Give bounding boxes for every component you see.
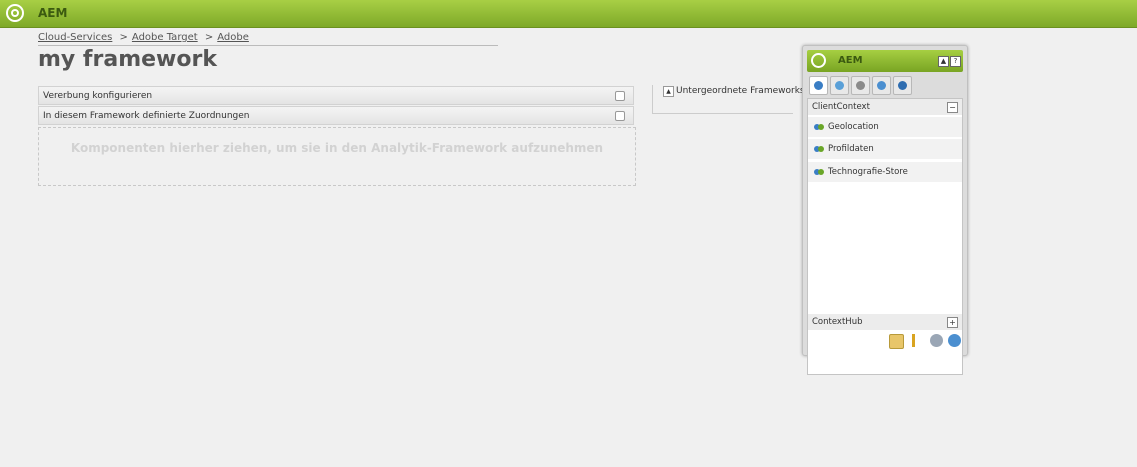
panel-toggle-checkbox[interactable] bbox=[615, 91, 625, 101]
drop-zone-hint: Komponenten hierher ziehen, um sie in de… bbox=[70, 141, 604, 155]
help-button[interactable]: ? bbox=[950, 56, 961, 67]
collapse-button[interactable]: ▲ bbox=[938, 56, 949, 67]
segment-tab-icon[interactable] bbox=[893, 76, 912, 95]
store-icon bbox=[814, 121, 825, 132]
subframeworks-label: Untergeordnete Frameworks bbox=[676, 86, 805, 96]
ruler-icon[interactable] bbox=[907, 334, 920, 347]
store-item-technografie[interactable]: Technografie-Store bbox=[808, 162, 962, 183]
clientcontext-header[interactable]: AEM ▲ ? bbox=[807, 50, 963, 72]
breadcrumb-cloud-services[interactable]: Cloud-Services bbox=[38, 32, 112, 43]
top-bar: AEM bbox=[0, 0, 1137, 28]
store-label: Profildaten bbox=[828, 144, 874, 154]
clientcontext-title: AEM bbox=[838, 55, 863, 66]
profile-tab-icon[interactable] bbox=[809, 76, 828, 95]
lock-tab-icon[interactable] bbox=[851, 76, 870, 95]
aem-logo-icon[interactable] bbox=[6, 4, 24, 22]
store-label: Technografie-Store bbox=[828, 167, 908, 177]
section-contexthub[interactable]: ContextHub + bbox=[808, 314, 962, 330]
aem-logo-icon bbox=[811, 53, 826, 68]
panel-vererbung[interactable]: Vererbung konfigurieren bbox=[38, 86, 634, 105]
section-clientcontext[interactable]: ClientContext − bbox=[808, 99, 962, 115]
collapse-section-button[interactable]: − bbox=[947, 102, 958, 113]
store-icon bbox=[814, 166, 825, 177]
store-item-profildaten[interactable]: Profildaten bbox=[808, 139, 962, 160]
component-drop-zone[interactable]: Komponenten hierher ziehen, um sie in de… bbox=[38, 127, 636, 186]
panel-label: In diesem Framework definierte Zuordnung… bbox=[43, 111, 250, 121]
panel-toggle-checkbox[interactable] bbox=[615, 111, 625, 121]
page-title: my framework bbox=[38, 47, 217, 72]
store-icon bbox=[814, 143, 825, 154]
breadcrumb-adobe-target[interactable]: Adobe Target bbox=[132, 32, 198, 43]
refresh-icon[interactable] bbox=[948, 334, 961, 347]
expand-section-button[interactable]: + bbox=[947, 317, 958, 328]
pencil-icon[interactable] bbox=[889, 334, 904, 349]
panel-zuordnungen[interactable]: In diesem Framework definierte Zuordnung… bbox=[38, 106, 634, 125]
clientcontext-window[interactable]: AEM ▲ ? ClientContext − Geolocation Prof… bbox=[802, 45, 968, 375]
clientcontext-body: ClientContext − Geolocation Profildaten … bbox=[807, 98, 963, 375]
breadcrumb-separator: > bbox=[204, 32, 214, 43]
subframeworks-panel: ▲ Untergeordnete Frameworks bbox=[652, 85, 805, 114]
breadcrumb-adobe[interactable]: Adobe bbox=[217, 32, 249, 43]
link-icon[interactable] bbox=[930, 334, 943, 347]
store-label: Geolocation bbox=[828, 122, 879, 132]
section-label: ContextHub bbox=[812, 317, 863, 327]
clientcontext-tabs bbox=[807, 76, 963, 96]
app-title: AEM bbox=[38, 6, 68, 20]
triangle-up-icon[interactable]: ▲ bbox=[663, 86, 674, 97]
clock-tab-icon[interactable] bbox=[872, 76, 891, 95]
page-tab-icon[interactable] bbox=[830, 76, 849, 95]
section-label: ClientContext bbox=[812, 102, 870, 112]
breadcrumb: Cloud-Services > Adobe Target > Adobe bbox=[38, 32, 498, 46]
panel-label: Vererbung konfigurieren bbox=[43, 91, 153, 101]
store-item-geolocation[interactable]: Geolocation bbox=[808, 117, 962, 138]
breadcrumb-separator: > bbox=[119, 32, 128, 43]
